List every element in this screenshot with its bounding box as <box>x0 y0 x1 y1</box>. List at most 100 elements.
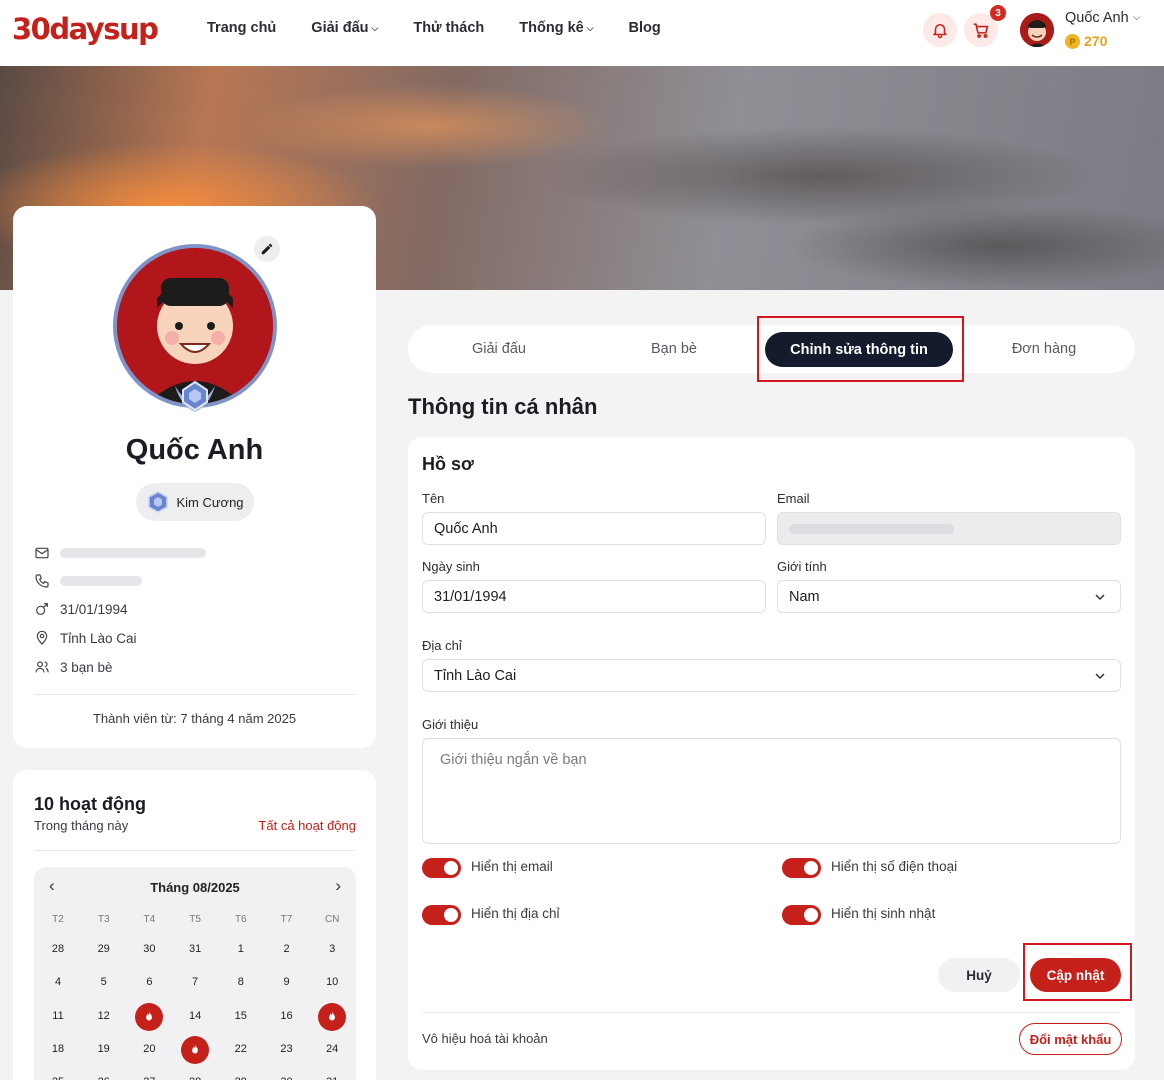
logo[interactable]: 30daysup <box>12 12 159 46</box>
gender-select[interactable]: Nam <box>777 580 1121 613</box>
diamond-rank-icon <box>148 491 169 513</box>
section-title: Thông tin cá nhân <box>408 394 598 419</box>
phone-icon <box>35 574 49 588</box>
calendar-day[interactable]: 1 <box>221 943 261 955</box>
calendar-day[interactable]: 25 <box>38 1076 78 1080</box>
show-email-label: Hiển thị email <box>471 859 553 874</box>
edit-avatar-button[interactable] <box>254 236 280 262</box>
calendar-day[interactable]: 4 <box>38 976 78 988</box>
birthday-field[interactable]: 31/01/1994 <box>422 580 766 613</box>
calendar-day[interactable]: 26 <box>84 1076 124 1080</box>
diamond-rank-emblem <box>175 380 215 412</box>
calendar-day[interactable]: 15 <box>221 1010 261 1022</box>
notifications-button[interactable] <box>923 13 957 47</box>
name-label: Tên <box>422 491 445 506</box>
chevron-down-icon <box>1095 594 1105 601</box>
header-avatar[interactable] <box>1020 13 1054 47</box>
calendar-day[interactable]: 24 <box>312 1043 352 1055</box>
calendar-day[interactable]: 19 <box>84 1043 124 1055</box>
chevron-right-icon[interactable]: › <box>335 876 341 896</box>
calendar-day[interactable]: 28 <box>38 943 78 955</box>
calendar-day[interactable]: 2 <box>267 943 307 955</box>
all-activities-link[interactable]: Tất cả hoạt động <box>258 818 356 833</box>
calendar-day[interactable]: 6 <box>129 976 169 988</box>
show-email-toggle[interactable] <box>422 858 461 878</box>
calendar-month-label: Tháng 08/2025 <box>150 880 240 895</box>
calendar-day[interactable]: 14 <box>175 1010 215 1022</box>
activity-day-marker[interactable] <box>318 1002 347 1031</box>
flame-icon <box>192 1044 199 1054</box>
calendar-day[interactable]: 12 <box>84 1010 124 1022</box>
gender-value: Nam <box>789 588 820 605</box>
cart-icon <box>973 22 988 38</box>
calendar-day[interactable]: 18 <box>38 1043 78 1055</box>
pencil-icon <box>261 243 273 255</box>
nav-blog[interactable]: Blog <box>629 20 661 36</box>
calendar-day[interactable]: 5 <box>84 976 124 988</box>
calendar-day[interactable]: 30 <box>267 1076 307 1080</box>
show-birthday-toggle[interactable] <box>782 905 821 925</box>
divider <box>34 850 355 851</box>
profile-location: Tỉnh Lào Cai <box>60 630 137 646</box>
gender-label: Giới tính <box>777 559 827 574</box>
location-pin-icon <box>36 630 48 645</box>
flame-icon <box>146 1010 153 1021</box>
calendar-day[interactable]: 27 <box>129 1076 169 1080</box>
calendar-weekday: T2 <box>52 914 64 925</box>
hidden-email-value <box>789 523 954 534</box>
top-header: 30daysup Trang chủ Giải đấu ⌵ Thử thách T… <box>0 0 1164 66</box>
calendar-day[interactable]: 28 <box>175 1076 215 1080</box>
profile-phone-row <box>34 573 142 589</box>
birthday-value: 31/01/1994 <box>434 588 507 605</box>
calendar-weekday: T4 <box>143 914 156 925</box>
activity-day-marker[interactable] <box>135 1002 164 1031</box>
user-avatar-image <box>1020 13 1054 47</box>
calendar-day[interactable]: 11 <box>38 1010 78 1022</box>
address-select[interactable]: Tỉnh Lào Cai <box>422 659 1121 692</box>
calendar-day[interactable]: 16 <box>267 1010 307 1022</box>
change-password-button[interactable]: Đổi mật khẩu <box>1019 1023 1122 1055</box>
calendar-weekday: CN <box>324 914 340 925</box>
bio-textarea[interactable]: Giới thiệu ngắn về bạn <box>422 738 1121 844</box>
nav-stats[interactable]: Thống kê ⌵ <box>519 20 593 36</box>
calendar-day[interactable]: 20 <box>129 1043 169 1055</box>
cart-count-badge: 3 <box>990 5 1006 21</box>
calendar-day[interactable]: 23 <box>267 1043 307 1055</box>
calendar-day[interactable]: 22 <box>221 1043 261 1055</box>
show-phone-toggle[interactable] <box>782 858 821 878</box>
activity-calendar: ‹ Tháng 08/2025 › T2 T3 T4 T5 T6 T7 CN 28 29 30 31… <box>34 867 356 1080</box>
calendar-day[interactable]: 31 <box>312 1076 352 1080</box>
chevron-down-icon <box>1095 673 1105 680</box>
profile-card: Quốc Anh Kim Cương 31/01/1994 Tỉnh Lào C… <box>13 206 376 748</box>
calendar-day[interactable]: 10 <box>312 976 352 988</box>
deactivate-account-link[interactable]: Vô hiệu hoá tài khoản <box>422 1031 548 1046</box>
calendar-day[interactable]: 9 <box>267 976 307 988</box>
nav-challenges[interactable]: Thử thách <box>413 20 484 36</box>
nav-tournaments-label: Giải đấu <box>311 20 369 36</box>
calendar-day[interactable]: 8 <box>221 976 261 988</box>
calendar-day[interactable]: 7 <box>175 976 215 988</box>
tab-orders[interactable]: Đơn hàng <box>953 325 1135 373</box>
chevron-down-icon[interactable]: ⌵ <box>1133 12 1141 23</box>
calendar-day[interactable]: 29 <box>84 943 124 955</box>
cancel-button[interactable]: Huỷ <box>938 958 1020 992</box>
nav-home[interactable]: Trang chủ <box>207 20 276 36</box>
profile-friends-count: 3 bạn bè <box>60 659 113 675</box>
name-field[interactable]: Quốc Anh <box>422 512 766 545</box>
calendar-day[interactable]: 31 <box>175 943 215 955</box>
show-birthday-label: Hiển thị sinh nhật <box>831 906 936 921</box>
nav-tournaments[interactable]: Giải đấu ⌵ <box>311 20 378 36</box>
chevron-down-icon: ⌵ <box>371 22 379 33</box>
calendar-day[interactable]: 29 <box>221 1076 261 1080</box>
bell-icon <box>933 24 947 39</box>
header-user-name[interactable]: Quốc Anh <box>1065 10 1129 26</box>
hidden-email <box>60 548 206 558</box>
profile-friends-row: 3 bạn bè <box>34 659 113 675</box>
tab-friends[interactable]: Bạn bè <box>590 325 758 373</box>
coin-icon: P <box>1065 34 1080 49</box>
tab-tournaments[interactable]: Giải đấu <box>408 325 590 373</box>
calendar-day[interactable]: 30 <box>129 943 169 955</box>
calendar-day[interactable]: 3 <box>312 943 352 955</box>
activity-day-marker[interactable] <box>181 1035 210 1064</box>
show-address-toggle[interactable] <box>422 905 461 925</box>
